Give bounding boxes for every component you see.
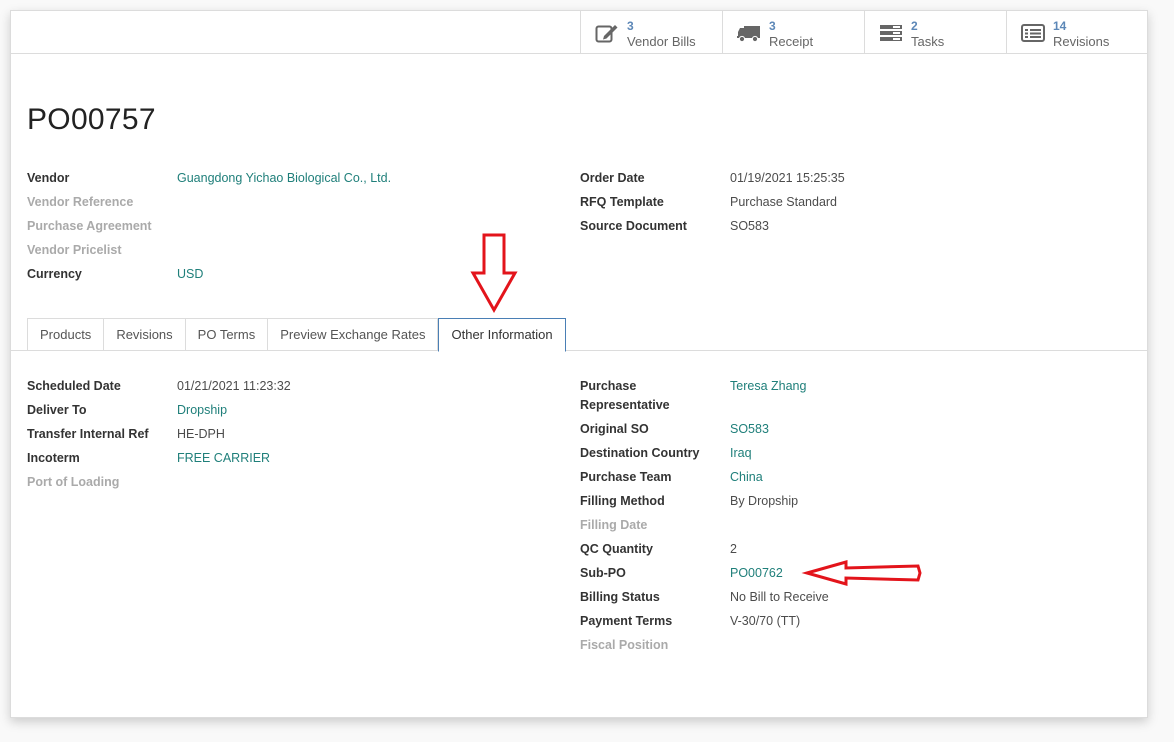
transfer-internal-ref-label: Transfer Internal Ref (27, 427, 149, 441)
tab-revisions[interactable]: Revisions (104, 318, 186, 351)
scheduled-date-label: Scheduled Date (27, 379, 121, 393)
destination-country-value[interactable]: Iraq (730, 446, 752, 460)
tasks-label: Tasks (911, 34, 945, 49)
deliver-to-label: Deliver To (27, 403, 87, 417)
source-document-value: SO583 (730, 219, 769, 233)
purchase-team-value[interactable]: China (730, 470, 763, 484)
rfq-template-label: RFQ Template (580, 195, 664, 209)
revisions-button[interactable]: 14 Revisions (1006, 11, 1148, 54)
currency-value[interactable]: USD (177, 267, 203, 281)
vendor-bills-button[interactable]: 3 Vendor Bills (580, 11, 722, 54)
original-so-value[interactable]: SO583 (730, 422, 769, 436)
receipt-label: Receipt (769, 34, 814, 49)
form-sheet: 3 Vendor Bills 3 Receipt 2 Tasks 14 Revi… (10, 10, 1148, 718)
vendor-bills-count: 3 (627, 19, 634, 33)
purchase-team-label: Purchase Team (580, 470, 672, 484)
purchase-representative-label-2: Representative (580, 398, 670, 412)
vendor-bills-label: Vendor Bills (627, 34, 696, 49)
port-of-loading-label: Port of Loading (27, 475, 120, 489)
source-document-label: Source Document (580, 219, 687, 233)
tasks-icon (880, 25, 902, 41)
sub-po-label: Sub-PO (580, 566, 626, 580)
tab-po-terms[interactable]: PO Terms (185, 318, 269, 351)
qc-quantity-value: 2 (730, 542, 737, 556)
smart-button-box: 3 Vendor Bills 3 Receipt 2 Tasks 14 Revi… (11, 11, 1147, 54)
notebook-tabs: Products Revisions PO Terms Preview Exch… (27, 318, 566, 352)
purchase-representative-label-1: Purchase (580, 379, 637, 393)
annotation-left-arrow-icon (801, 560, 922, 586)
receipt-count: 3 (769, 19, 776, 33)
transfer-internal-ref-value: HE-DPH (177, 427, 225, 441)
revisions-label: Revisions (1053, 34, 1110, 49)
deliver-to-value[interactable]: Dropship (177, 403, 227, 417)
tab-preview-exchange-rates[interactable]: Preview Exchange Rates (268, 318, 439, 351)
tab-products[interactable]: Products (27, 318, 105, 351)
purchase-representative-value[interactable]: Teresa Zhang (730, 379, 806, 393)
revisions-count: 14 (1053, 19, 1067, 33)
original-so-label: Original SO (580, 422, 649, 436)
fiscal-position-label: Fiscal Position (580, 638, 669, 652)
tab-other-information[interactable]: Other Information (438, 318, 566, 352)
payment-terms-value: V-30/70 (TT) (730, 614, 801, 628)
vendor-reference-label: Vendor Reference (27, 195, 134, 209)
vendor-value[interactable]: Guangdong Yichao Biological Co., Ltd. (177, 171, 391, 185)
filling-method-value: By Dropship (730, 494, 799, 508)
incoterm-label: Incoterm (27, 451, 80, 465)
list-alt-icon (1021, 24, 1045, 42)
billing-status-label: Billing Status (580, 590, 660, 604)
annotation-down-arrow-icon (470, 233, 518, 314)
order-date-value: 01/19/2021 15:25:35 (730, 171, 845, 185)
page-title: PO00757 (27, 103, 156, 136)
sub-po-value[interactable]: PO00762 (730, 566, 783, 580)
receipt-button[interactable]: 3 Receipt (722, 11, 864, 54)
filling-date-label: Filling Date (580, 518, 648, 532)
currency-label: Currency (27, 267, 82, 281)
tasks-button[interactable]: 2 Tasks (864, 11, 1006, 54)
destination-country-label: Destination Country (580, 446, 700, 460)
scheduled-date-value: 01/21/2021 11:23:32 (177, 379, 291, 393)
pencil-square-icon (595, 25, 618, 43)
vendor-pricelist-label: Vendor Pricelist (27, 243, 122, 257)
vendor-label: Vendor (27, 171, 70, 185)
order-date-label: Order Date (580, 171, 645, 185)
tasks-count: 2 (911, 19, 918, 33)
payment-terms-label: Payment Terms (580, 614, 673, 628)
truck-icon (737, 26, 760, 43)
billing-status-value: No Bill to Receive (730, 590, 829, 604)
purchase-agreement-label: Purchase Agreement (27, 219, 152, 233)
rfq-template-value: Purchase Standard (730, 195, 838, 209)
filling-method-label: Filling Method (580, 494, 665, 508)
qc-quantity-label: QC Quantity (580, 542, 653, 556)
incoterm-value[interactable]: FREE CARRIER (177, 451, 270, 465)
